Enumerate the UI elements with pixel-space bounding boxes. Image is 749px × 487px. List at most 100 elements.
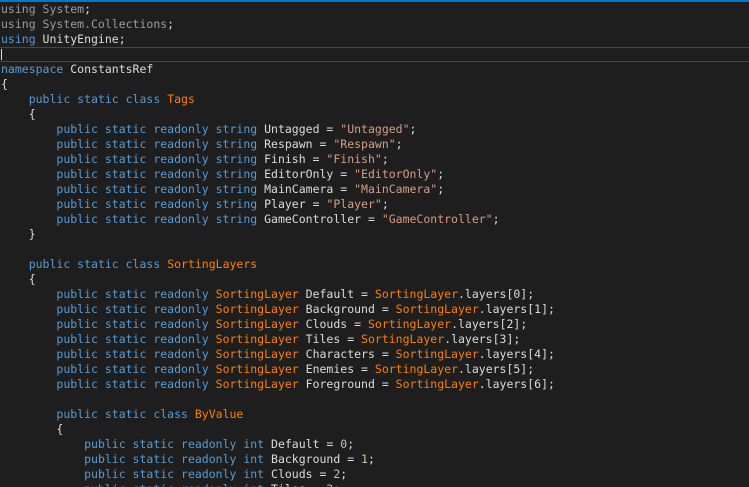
code-line[interactable]: public static readonly string GameContro… bbox=[0, 212, 749, 227]
code-token: SortingLayer bbox=[395, 302, 479, 316]
code-token: ; bbox=[492, 212, 500, 226]
code-token: ; bbox=[333, 482, 340, 487]
code-line[interactable]: public static readonly SortingLayer Enem… bbox=[0, 362, 749, 377]
code-line[interactable]: public static readonly string Player = "… bbox=[0, 197, 749, 212]
code-token: Default = bbox=[271, 437, 341, 451]
code-line[interactable]: public static readonly int Background = … bbox=[0, 452, 749, 467]
code-line[interactable]: public static readonly SortingLayer Back… bbox=[0, 302, 749, 317]
code-token: } bbox=[1, 227, 36, 241]
code-token: SortingLayer bbox=[374, 287, 458, 301]
code-line[interactable]: public static class Tags bbox=[0, 92, 749, 107]
code-line[interactable]: public static class ByValue bbox=[0, 407, 749, 422]
code-token: ; bbox=[167, 17, 175, 31]
code-token: public static class bbox=[28, 257, 168, 271]
code-token: Background = bbox=[298, 302, 396, 316]
code-token: ; bbox=[367, 452, 375, 466]
code-token: public static class bbox=[28, 92, 168, 106]
code-token: { bbox=[1, 272, 36, 286]
code-token: SortingLayer bbox=[215, 317, 299, 331]
code-token: public static readonly string bbox=[56, 182, 265, 196]
code-line[interactable]: namespace ConstantsRef bbox=[0, 62, 749, 77]
code-token: "Respawn" bbox=[333, 137, 396, 151]
code-line[interactable]: } bbox=[0, 227, 749, 242]
code-token: ; bbox=[437, 167, 445, 181]
code-line[interactable]: public static readonly SortingLayer Clou… bbox=[0, 317, 749, 332]
code-line[interactable] bbox=[0, 392, 749, 407]
code-token: public static readonly int bbox=[84, 467, 272, 481]
code-token: SortingLayers bbox=[167, 257, 258, 271]
code-token: ; bbox=[381, 152, 389, 166]
code-line[interactable]: public static readonly SortingLayer Defa… bbox=[0, 287, 749, 302]
code-token: public static readonly string bbox=[56, 122, 265, 136]
code-token: public static readonly bbox=[56, 317, 216, 331]
code-token: SortingLayer bbox=[215, 347, 299, 361]
code-line[interactable]: public static readonly string Respawn = … bbox=[0, 137, 749, 152]
code-token: ; bbox=[84, 2, 92, 16]
text-caret bbox=[1, 49, 2, 60]
code-editor[interactable]: using System; using System.Collections; us… bbox=[0, 0, 749, 487]
code-token: { bbox=[1, 77, 8, 91]
code-line[interactable]: public static readonly string Finish = "… bbox=[0, 152, 749, 167]
code-token: .layers[4]; bbox=[478, 347, 555, 361]
code-token: ; bbox=[347, 437, 355, 451]
code-line[interactable]: public static readonly SortingLayer Tile… bbox=[0, 332, 749, 347]
code-token: Enemies = bbox=[298, 362, 375, 376]
code-line[interactable]: public static class SortingLayers bbox=[0, 257, 749, 272]
code-token: public static readonly string bbox=[56, 212, 265, 226]
code-line[interactable]: public static readonly int Clouds = 2; bbox=[0, 467, 749, 482]
code-token: public static readonly bbox=[56, 362, 216, 376]
code-line[interactable]: using System.Collections; bbox=[0, 17, 749, 32]
code-token: ; bbox=[381, 197, 389, 211]
code-token: Tags bbox=[167, 92, 195, 106]
code-token: public static readonly bbox=[56, 332, 216, 346]
code-token: public static readonly bbox=[56, 287, 216, 301]
code-token: Tiles = bbox=[298, 332, 362, 346]
code-line[interactable]: using System; bbox=[0, 2, 749, 17]
code-token: System bbox=[42, 2, 85, 16]
code-token: Default = bbox=[298, 287, 375, 301]
code-token: Background = bbox=[271, 452, 362, 466]
code-line[interactable]: public static readonly SortingLayer Fore… bbox=[0, 377, 749, 392]
code-token: { bbox=[1, 107, 36, 121]
code-line[interactable]: public static readonly int Default = 0; bbox=[0, 437, 749, 452]
code-token: public static readonly string bbox=[56, 167, 265, 181]
current-code-line[interactable] bbox=[0, 47, 749, 62]
code-line[interactable]: using UnityEngine; bbox=[0, 32, 749, 47]
code-token: public static readonly string bbox=[56, 137, 265, 151]
code-token: public static readonly int bbox=[84, 482, 271, 487]
code-token: using bbox=[1, 32, 43, 46]
code-token: SortingLayer bbox=[215, 287, 299, 301]
code-line[interactable]: { bbox=[0, 77, 749, 92]
code-line[interactable]: { bbox=[0, 422, 749, 437]
code-area[interactable]: using System; using System.Collections; us… bbox=[0, 2, 749, 487]
code-line[interactable]: public static readonly int Tiles = 3; bbox=[0, 482, 749, 487]
code-line[interactable]: public static readonly SortingLayer Char… bbox=[0, 347, 749, 362]
code-token: ; bbox=[395, 137, 403, 151]
code-line[interactable]: public static readonly string MainCamera… bbox=[0, 182, 749, 197]
code-token: 1 bbox=[361, 452, 368, 466]
code-line[interactable]: { bbox=[0, 107, 749, 122]
code-token: .layers[6]; bbox=[478, 377, 555, 391]
code-line[interactable]: { bbox=[0, 272, 749, 287]
code-line[interactable]: public static readonly string EditorOnly… bbox=[0, 167, 749, 182]
code-line[interactable]: public static readonly string Untagged =… bbox=[0, 122, 749, 137]
code-token: "Player" bbox=[326, 197, 382, 211]
code-token: SortingLayer bbox=[395, 347, 479, 361]
code-token: public static readonly bbox=[56, 347, 216, 361]
code-token: .layers[2]; bbox=[451, 317, 528, 331]
code-line[interactable] bbox=[0, 242, 749, 257]
